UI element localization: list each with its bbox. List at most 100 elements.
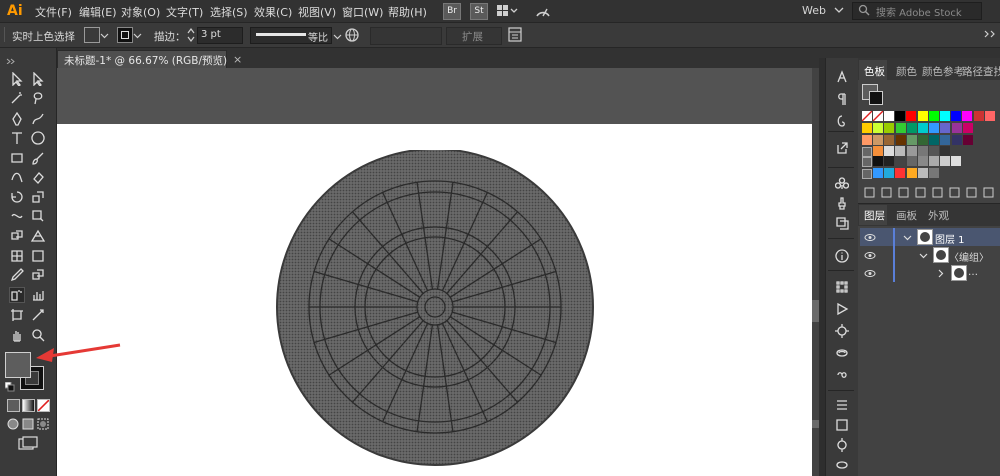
- pen-tool-icon[interactable]: [10, 111, 24, 126]
- none-swatch[interactable]: [862, 111, 872, 121]
- menu-item[interactable]: 对象(O): [121, 4, 160, 20]
- symbol-sprayer-tool-icon[interactable]: [9, 287, 25, 303]
- tab-color-guide[interactable]: 颜色参考: [922, 64, 964, 79]
- color-swatch[interactable]: [929, 123, 940, 133]
- shape-builder-tool-icon[interactable]: [10, 229, 24, 243]
- draw-inside-icon[interactable]: [37, 418, 49, 433]
- stock-button[interactable]: St: [470, 3, 488, 20]
- color-swatch[interactable]: [884, 123, 895, 133]
- color-swatch[interactable]: [940, 123, 951, 133]
- scrollbar-thumb[interactable]: [812, 300, 819, 322]
- color-swatch[interactable]: [873, 168, 883, 178]
- menu-item[interactable]: 文字(T): [166, 4, 203, 20]
- brushes-panel-icon[interactable]: [835, 196, 849, 213]
- new-swatch-icon[interactable]: [949, 187, 960, 201]
- hand-tool-icon[interactable]: [10, 328, 24, 342]
- menu-item[interactable]: 选择(S): [210, 4, 248, 20]
- none-mode-button[interactable]: [37, 399, 50, 412]
- color-swatch[interactable]: [940, 135, 951, 145]
- folder-icon[interactable]: [862, 169, 872, 179]
- color-swatch[interactable]: [962, 135, 973, 145]
- close-icon[interactable]: ×: [233, 53, 242, 66]
- color-swatch[interactable]: [917, 168, 928, 178]
- stroke-stepper-icon[interactable]: [187, 27, 195, 46]
- swatch-options-icon[interactable]: [915, 187, 926, 201]
- stroke-color-dropdown[interactable]: [117, 27, 133, 43]
- menu-item[interactable]: 窗口(W): [342, 4, 383, 20]
- color-mode-button[interactable]: [7, 399, 20, 412]
- color-group-icon[interactable]: [932, 187, 943, 201]
- eye-icon[interactable]: [864, 232, 876, 245]
- free-transform-tool-icon[interactable]: [31, 209, 45, 223]
- menu-item[interactable]: 文件(F): [35, 4, 72, 20]
- color-swatch[interactable]: [906, 146, 917, 156]
- chevron-down-icon[interactable]: [903, 232, 912, 245]
- workspace-switcher[interactable]: Web: [802, 4, 826, 17]
- libraries-icon[interactable]: [881, 187, 892, 201]
- layer-name[interactable]: 图层 1: [935, 231, 965, 246]
- opentype-panel-icon[interactable]: [835, 114, 849, 131]
- artwork-wheel[interactable]: [276, 150, 596, 470]
- column-graph-tool-icon[interactable]: [31, 288, 45, 302]
- color-swatch[interactable]: [917, 146, 928, 156]
- color-swatch[interactable]: [862, 135, 872, 145]
- selection-tool-icon[interactable]: [10, 71, 24, 87]
- color-swatch[interactable]: [940, 156, 951, 166]
- eraser-tool-icon[interactable]: [31, 170, 45, 184]
- chevron-down-icon[interactable]: [834, 3, 844, 20]
- direct-selection-tool-icon[interactable]: [31, 71, 45, 87]
- screen-mode-icon[interactable]: [18, 436, 38, 453]
- paragraph-panel-icon[interactable]: [835, 92, 849, 109]
- tab-artboards[interactable]: 画板: [896, 208, 917, 223]
- paintbrush-tool-icon[interactable]: [31, 151, 45, 165]
- color-swatch[interactable]: [917, 156, 928, 166]
- folder-icon[interactable]: [966, 187, 977, 201]
- color-swatch[interactable]: [906, 135, 917, 145]
- menu-item[interactable]: 帮助(H): [388, 4, 427, 20]
- show-kinds-icon[interactable]: [898, 187, 909, 201]
- color-swatch[interactable]: [929, 168, 939, 178]
- settings-panel-icon[interactable]: [835, 324, 849, 341]
- color-swatch[interactable]: [929, 146, 939, 156]
- options-field[interactable]: [370, 27, 442, 45]
- color-swatch[interactable]: [951, 111, 962, 121]
- scale-tool-icon[interactable]: [31, 190, 45, 204]
- artboard-tool-icon[interactable]: [10, 308, 24, 322]
- color-swatch[interactable]: [873, 123, 884, 133]
- color-swatch[interactable]: [951, 123, 962, 133]
- zoom-tool-icon[interactable]: [31, 328, 45, 342]
- tab-appearance[interactable]: 外观: [928, 208, 949, 223]
- gradient-tool-icon[interactable]: [31, 249, 45, 263]
- symbols-panel-icon[interactable]: [834, 176, 850, 193]
- color-swatch[interactable]: [918, 123, 928, 133]
- blend-tool-icon[interactable]: [31, 268, 45, 282]
- delete-icon[interactable]: [983, 187, 994, 201]
- color-swatch[interactable]: [928, 111, 939, 121]
- tab-swatches[interactable]: 色板: [864, 64, 885, 79]
- stroke-panel-icon[interactable]: [835, 398, 849, 415]
- color-swatch[interactable]: [884, 135, 895, 145]
- color-swatch[interactable]: [929, 156, 939, 166]
- color-swatch[interactable]: [906, 111, 917, 121]
- align-panel-icon[interactable]: [835, 280, 849, 297]
- chevron-down-icon[interactable]: [333, 31, 342, 44]
- color-swatch[interactable]: [962, 111, 973, 121]
- gradient-panel-icon[interactable]: [835, 418, 849, 435]
- color-swatch[interactable]: [884, 156, 895, 166]
- color-swatch[interactable]: [895, 123, 906, 133]
- menu-item[interactable]: 效果(C): [254, 4, 292, 20]
- shaper-tool-icon[interactable]: [10, 170, 24, 184]
- arrange-documents-icon[interactable]: [497, 5, 519, 20]
- fill-color-dropdown[interactable]: [84, 27, 100, 43]
- mesh-tool-icon[interactable]: [10, 249, 24, 263]
- color-swatch[interactable]: [884, 168, 895, 178]
- transparency-panel-icon[interactable]: [835, 438, 849, 455]
- color-swatch[interactable]: [906, 156, 917, 166]
- eye-icon[interactable]: [864, 250, 876, 263]
- character-panel-icon[interactable]: [835, 70, 849, 87]
- swatch-libraries-icon[interactable]: [864, 187, 875, 201]
- slice-tool-icon[interactable]: [31, 308, 45, 322]
- links-panel-icon[interactable]: [835, 368, 849, 385]
- color-swatch[interactable]: [884, 111, 894, 121]
- color-swatch[interactable]: [951, 135, 962, 145]
